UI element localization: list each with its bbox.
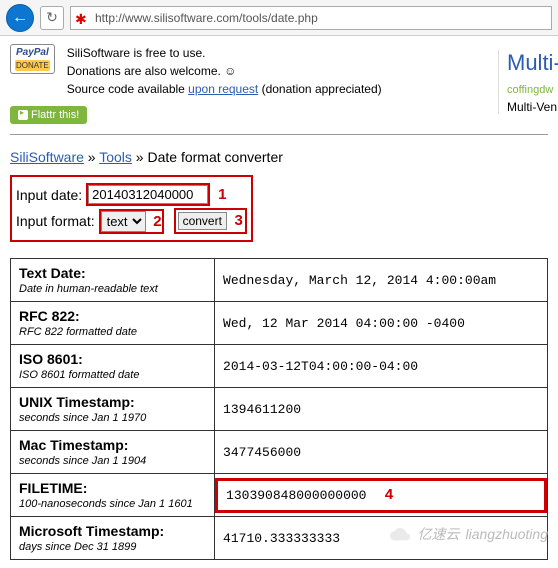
breadcrumb-tools[interactable]: Tools [99, 149, 132, 165]
row-title: Microsoft Timestamp: [19, 523, 164, 539]
row-sub: days since Dec 31 1899 [19, 541, 206, 553]
intro-line3: Source code available upon request (dona… [67, 80, 382, 98]
upon-request-link[interactable]: upon request [188, 82, 258, 96]
row-title: UNIX Timestamp: [19, 394, 135, 410]
row-title: ISO 8601: [19, 351, 83, 367]
row-sub: Date in human-readable text [19, 283, 206, 295]
watermark: 亿速云 liangzhuoting [389, 523, 548, 545]
intro-line2: Donations are also welcome. ☺ [67, 62, 382, 80]
annotation-1: 1 [218, 186, 226, 203]
breadcrumb: SiliSoftware » Tools » Date format conve… [10, 145, 548, 175]
form-area: Input date: 1 Input format: text 2 conve… [10, 175, 253, 242]
flattr-icon [18, 110, 28, 120]
convert-button[interactable]: convert [178, 212, 227, 230]
smiley-icon: ☺ [224, 64, 236, 78]
annotation-4: 4 [384, 487, 393, 504]
table-row: Mac Timestamp: seconds since Jan 1 1904 34… [11, 431, 548, 474]
row-sub: seconds since Jan 1 1970 [19, 412, 206, 424]
table-row: RFC 822: RFC 822 formatted date Wed, 12 Ma… [11, 302, 548, 345]
row-title: FILETIME: [19, 480, 87, 496]
watermark-brand: 亿速云 [417, 524, 459, 544]
input-format-select[interactable]: text [101, 211, 146, 232]
right-column: Multi- coffingdw Multi-Ven [498, 50, 558, 114]
watermark-text: liangzhuoting [465, 526, 548, 542]
donate-label: DONATE [15, 60, 50, 71]
row-sub: seconds since Jan 1 1904 [19, 455, 206, 467]
refresh-button[interactable]: ↻ [40, 6, 64, 30]
input-format-label: Input format: [16, 213, 95, 229]
breadcrumb-current: Date format converter [148, 149, 283, 165]
row-sub: RFC 822 formatted date [19, 326, 206, 338]
breadcrumb-silisoftware[interactable]: SiliSoftware [10, 149, 84, 165]
table-row: UNIX Timestamp: seconds since Jan 1 1970 1… [11, 388, 548, 431]
table-row-filetime: FILETIME: 100-nanoseconds since Jan 1 160… [11, 474, 548, 517]
browser-toolbar: ← ↻ ✱ http://www.silisoftware.com/tools/… [0, 0, 558, 36]
row-title: RFC 822: [19, 308, 80, 324]
cloud-icon [389, 523, 411, 545]
row-value: 3477456000 [215, 431, 548, 474]
annotation-2: 2 [153, 213, 161, 230]
row-value: Wed, 12 Mar 2014 04:00:00 -0400 [215, 302, 548, 345]
favicon-icon: ✱ [75, 11, 89, 25]
flattr-label: Flattr this! [31, 109, 79, 121]
intro-text: SiliSoftware is free to use. Donations a… [67, 44, 382, 98]
multiven-text: Multi-Ven [507, 100, 558, 114]
row-title: Mac Timestamp: [19, 437, 128, 453]
row-title: Text Date: [19, 265, 86, 281]
row-sub: 100-nanoseconds since Jan 1 1601 [19, 498, 206, 510]
input-date-label: Input date: [16, 187, 82, 203]
flattr-button[interactable]: Flattr this! [10, 106, 87, 124]
table-row: ISO 8601: ISO 8601 formatted date 2014-03-… [11, 345, 548, 388]
row-value: 1394611200 [215, 388, 548, 431]
back-button[interactable]: ← [6, 4, 34, 32]
annotation-3: 3 [235, 212, 243, 229]
row-value: Wednesday, March 12, 2014 4:00:00am [215, 259, 548, 302]
row-value-highlighted: 1303908480000000004 [215, 474, 548, 517]
divider [10, 134, 548, 135]
results-table: Text Date: Date in human-readable text Wed… [10, 258, 548, 560]
paypal-donate-button[interactable]: PayPal DONATE [10, 44, 55, 74]
table-row: Text Date: Date in human-readable text Wed… [11, 259, 548, 302]
row-sub: ISO 8601 formatted date [19, 369, 206, 381]
coffing-text: coffingdw [507, 84, 558, 96]
input-date-field[interactable] [88, 185, 208, 204]
multi-heading: Multi- [507, 50, 558, 76]
intro-line1: SiliSoftware is free to use. [67, 44, 382, 62]
row-value: 2014-03-12T04:00:00-04:00 [215, 345, 548, 388]
paypal-label: PayPal [16, 47, 49, 58]
url-text: http://www.silisoftware.com/tools/date.p… [95, 11, 318, 25]
address-bar[interactable]: ✱ http://www.silisoftware.com/tools/date… [70, 6, 552, 30]
